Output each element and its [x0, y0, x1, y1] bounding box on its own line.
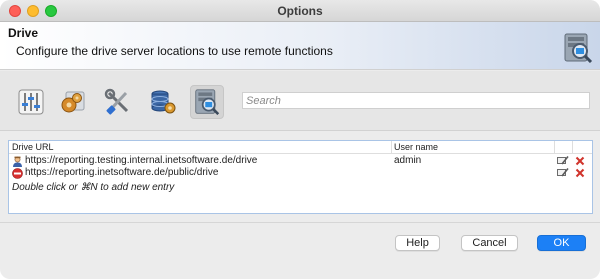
options-toolbar	[0, 71, 600, 131]
edit-icon[interactable]	[557, 155, 569, 167]
drive-url-cell: https://reporting.testing.internal.inets…	[25, 155, 258, 166]
delete-icon[interactable]	[575, 156, 585, 166]
column-divider[interactable]	[572, 141, 573, 154]
user-icon	[13, 156, 22, 167]
add-entry-hint: Double click or ⌘N to add new entry	[12, 182, 175, 193]
footer-divider	[0, 222, 600, 223]
column-header-drive-url[interactable]: Drive URL	[12, 142, 54, 152]
options-window: Options Drive Configure the drive server…	[0, 0, 600, 279]
tool-general-settings[interactable]	[14, 85, 48, 119]
window-title: Options	[277, 4, 323, 18]
header-banner: Drive Configure the drive server locatio…	[0, 22, 600, 70]
drive-url-cell: https://reporting.inetsoftware.de/public…	[25, 167, 219, 178]
database-icon	[151, 90, 176, 114]
ok-button[interactable]: OK	[537, 235, 586, 251]
table-row[interactable]: https://reporting.inetsoftware.de/public…	[9, 167, 592, 180]
tool-drive[interactable]	[190, 85, 224, 119]
tool-plugins[interactable]	[55, 85, 89, 119]
edit-icon[interactable]	[557, 167, 569, 179]
drive-server-icon	[564, 33, 593, 63]
title-bar[interactable]: Options	[0, 0, 600, 22]
gears-icon	[61, 91, 85, 113]
tool-tools[interactable]	[101, 85, 135, 119]
sliders-icon	[18, 89, 44, 115]
tool-database[interactable]	[146, 85, 180, 119]
drive-url-table[interactable]: Drive URL User name https://reporting.te…	[8, 140, 593, 214]
delete-icon[interactable]	[575, 168, 585, 178]
help-button[interactable]: Help	[395, 235, 440, 251]
column-divider[interactable]	[391, 141, 392, 154]
column-header-user-name[interactable]: User name	[394, 142, 438, 152]
cancel-button[interactable]: Cancel	[461, 235, 518, 251]
table-header: Drive URL User name	[9, 141, 592, 154]
column-divider[interactable]	[554, 141, 555, 154]
page-description: Configure the drive server locations to …	[16, 44, 333, 58]
tools-icon	[104, 88, 129, 115]
page-title: Drive	[8, 26, 39, 40]
search-input[interactable]	[242, 92, 590, 109]
user-name-cell: admin	[394, 155, 422, 166]
no-entry-icon	[12, 168, 23, 179]
drive-server-icon	[195, 89, 220, 115]
